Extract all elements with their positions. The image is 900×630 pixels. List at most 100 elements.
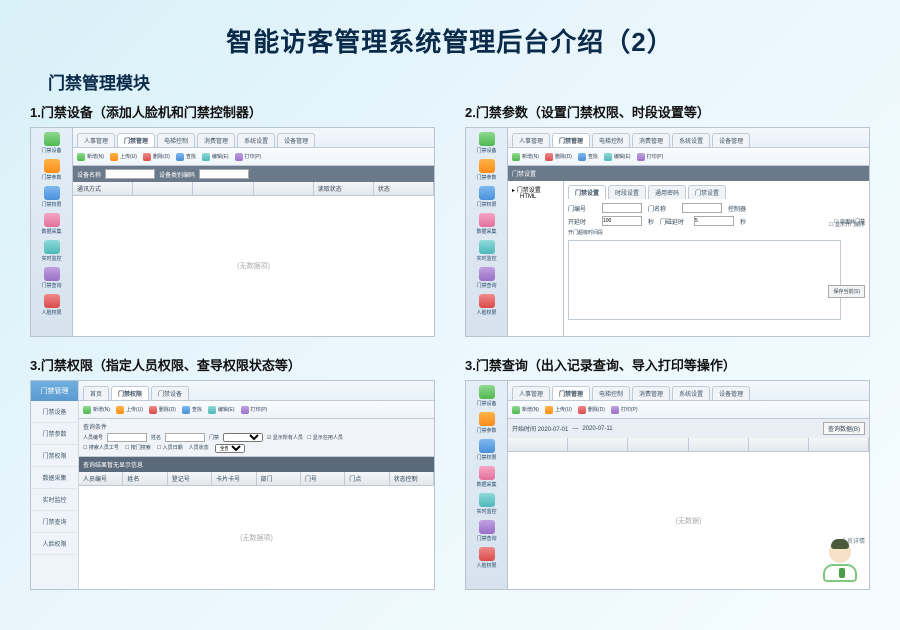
- filter-input[interactable]: [199, 169, 249, 179]
- tab[interactable]: 首页: [83, 386, 109, 400]
- sidebar-item[interactable]: 门禁权限: [473, 439, 501, 461]
- menu-item[interactable]: 消费管理: [632, 386, 670, 400]
- subnav-item[interactable]: 门禁参数: [31, 423, 78, 445]
- menu-item[interactable]: 系统设置: [672, 133, 710, 147]
- tab[interactable]: 门禁权限: [111, 386, 149, 400]
- name-input[interactable]: [165, 433, 205, 442]
- column-header: [254, 182, 314, 195]
- sidebar-item[interactable]: 门禁设备: [473, 132, 501, 154]
- menu-item[interactable]: 人事管理: [512, 386, 550, 400]
- panel-1-screenshot: 门禁设备 门禁参数 门禁权限 数据采集 实时监控 门禁查询 人脸权限 人事管理 …: [30, 127, 435, 337]
- sidebar-item[interactable]: 门禁设备: [473, 385, 501, 407]
- sidebar-item[interactable]: 门禁参数: [473, 159, 501, 181]
- filter-input[interactable]: [105, 169, 155, 179]
- sidebar-item[interactable]: 实时监控: [38, 240, 66, 262]
- new-button[interactable]: 新增(N): [512, 153, 539, 161]
- menu-item[interactable]: 门禁管理: [552, 386, 590, 400]
- menu-item[interactable]: 设备管理: [277, 133, 315, 147]
- sidebar-item[interactable]: 数据采集: [38, 213, 66, 235]
- column-header: [133, 182, 193, 195]
- upload-button[interactable]: 上传(U): [116, 406, 143, 414]
- sidebar-item[interactable]: 数据采集: [473, 466, 501, 488]
- door-no-input[interactable]: [602, 203, 642, 213]
- panel-4-table-header: [508, 438, 869, 452]
- print-button[interactable]: 打印(P): [611, 406, 638, 414]
- upload-button[interactable]: 上传(U): [545, 406, 572, 414]
- sidebar-item[interactable]: 门禁参数: [473, 412, 501, 434]
- form-tab[interactable]: 通用密码: [648, 185, 686, 199]
- close-delay-input[interactable]: [694, 216, 734, 226]
- delete-button[interactable]: 删除(D): [143, 153, 170, 161]
- door-select[interactable]: [223, 433, 263, 442]
- sidebar-item[interactable]: 实时监控: [473, 240, 501, 262]
- form-tab[interactable]: 门禁设置: [568, 185, 606, 199]
- sidebar-item[interactable]: 门禁权限: [473, 186, 501, 208]
- form-tab[interactable]: 时段设置: [608, 185, 646, 199]
- menu-item[interactable]: 系统设置: [237, 133, 275, 147]
- sidebar-item[interactable]: 门禁参数: [38, 159, 66, 181]
- sidebar-item[interactable]: 人脸权限: [473, 547, 501, 569]
- delete-button[interactable]: 删除(D): [149, 406, 176, 414]
- sidebar-item[interactable]: 门禁查询: [38, 267, 66, 289]
- tab[interactable]: 门禁设备: [151, 386, 189, 400]
- subnav-item[interactable]: 实时监控: [31, 489, 78, 511]
- tree-child[interactable]: HTML: [512, 194, 559, 200]
- sidebar-item[interactable]: 门禁查询: [473, 267, 501, 289]
- print-button[interactable]: 打印(P): [241, 406, 268, 414]
- delete-button[interactable]: 删除(D): [578, 406, 605, 414]
- subnav-item[interactable]: 门禁设备: [31, 401, 78, 423]
- panel-4-content: (无数据) 人员详情: [508, 452, 869, 589]
- delete-button[interactable]: 删除(D): [545, 153, 572, 161]
- search-button[interactable]: 查找: [578, 153, 598, 161]
- menu-item[interactable]: 电梯控制: [592, 386, 630, 400]
- sidebar-item[interactable]: 门禁查询: [473, 520, 501, 542]
- menu-item[interactable]: 设备管理: [712, 133, 750, 147]
- panel-4-filterbar: 开始时间 2020-07-01 — 2020-07-11 查询数据(B): [508, 419, 869, 438]
- sidebar-item[interactable]: 门禁设备: [38, 132, 66, 154]
- panel-4: 3.门禁查询（出入记录查询、导入打印等操作） 门禁设备 门禁参数 门禁权限 数据…: [465, 355, 870, 590]
- new-button[interactable]: 新增(N): [512, 406, 539, 414]
- edit-button[interactable]: 编辑(E): [208, 406, 235, 414]
- save-button[interactable]: 保存当前(S): [828, 285, 865, 298]
- menu-item[interactable]: 人事管理: [512, 133, 550, 147]
- empty-placeholder: (无数据项): [240, 533, 273, 543]
- tree-root[interactable]: ▸ 门禁设置: [512, 185, 559, 194]
- edit-button[interactable]: 编辑(E): [202, 153, 229, 161]
- search-button[interactable]: 查找: [176, 153, 196, 161]
- menu-item[interactable]: 消费管理: [197, 133, 235, 147]
- door-name-input[interactable]: [682, 203, 722, 213]
- sidebar-item[interactable]: 人脸权限: [473, 294, 501, 316]
- emp-no-input[interactable]: [107, 433, 147, 442]
- menu-item[interactable]: 系统设置: [672, 386, 710, 400]
- subnav-item[interactable]: 门禁权限: [31, 445, 78, 467]
- menu-item[interactable]: 消费管理: [632, 133, 670, 147]
- new-button[interactable]: 新增(N): [83, 406, 110, 414]
- subnav-item[interactable]: 人脸权限: [31, 533, 78, 555]
- search-button[interactable]: 查找: [182, 406, 202, 414]
- menu-item[interactable]: 门禁管理: [117, 133, 155, 147]
- timeslot-textarea[interactable]: [568, 240, 841, 320]
- open-delay-input[interactable]: [602, 216, 642, 226]
- query-button[interactable]: 查询数据(B): [823, 422, 865, 435]
- menu-item[interactable]: 人事管理: [77, 133, 115, 147]
- edit-button[interactable]: 编辑(E): [604, 153, 631, 161]
- sidebar-item[interactable]: 数据采集: [473, 213, 501, 235]
- subnav-item[interactable]: 数据采集: [31, 467, 78, 489]
- menu-item[interactable]: 门禁管理: [552, 133, 590, 147]
- new-button[interactable]: 新增(N): [77, 153, 104, 161]
- form-tab[interactable]: 门禁设置: [688, 185, 726, 199]
- status-select[interactable]: 全部: [215, 444, 245, 453]
- sidebar-item[interactable]: 人脸权限: [38, 294, 66, 316]
- print-button[interactable]: 打印(P): [235, 153, 262, 161]
- sidebar-item[interactable]: 实时监控: [473, 493, 501, 515]
- print-icon: [235, 153, 243, 161]
- column-header: 门号: [301, 472, 345, 485]
- sidebar-item[interactable]: 门禁权限: [38, 186, 66, 208]
- menu-item[interactable]: 设备管理: [712, 386, 750, 400]
- upload-button[interactable]: 上传(U): [110, 153, 137, 161]
- print-button[interactable]: 打印(P): [637, 153, 664, 161]
- menu-item[interactable]: 电梯控制: [592, 133, 630, 147]
- column-header: 登记号: [168, 472, 212, 485]
- subnav-item[interactable]: 门禁查询: [31, 511, 78, 533]
- menu-item[interactable]: 电梯控制: [157, 133, 195, 147]
